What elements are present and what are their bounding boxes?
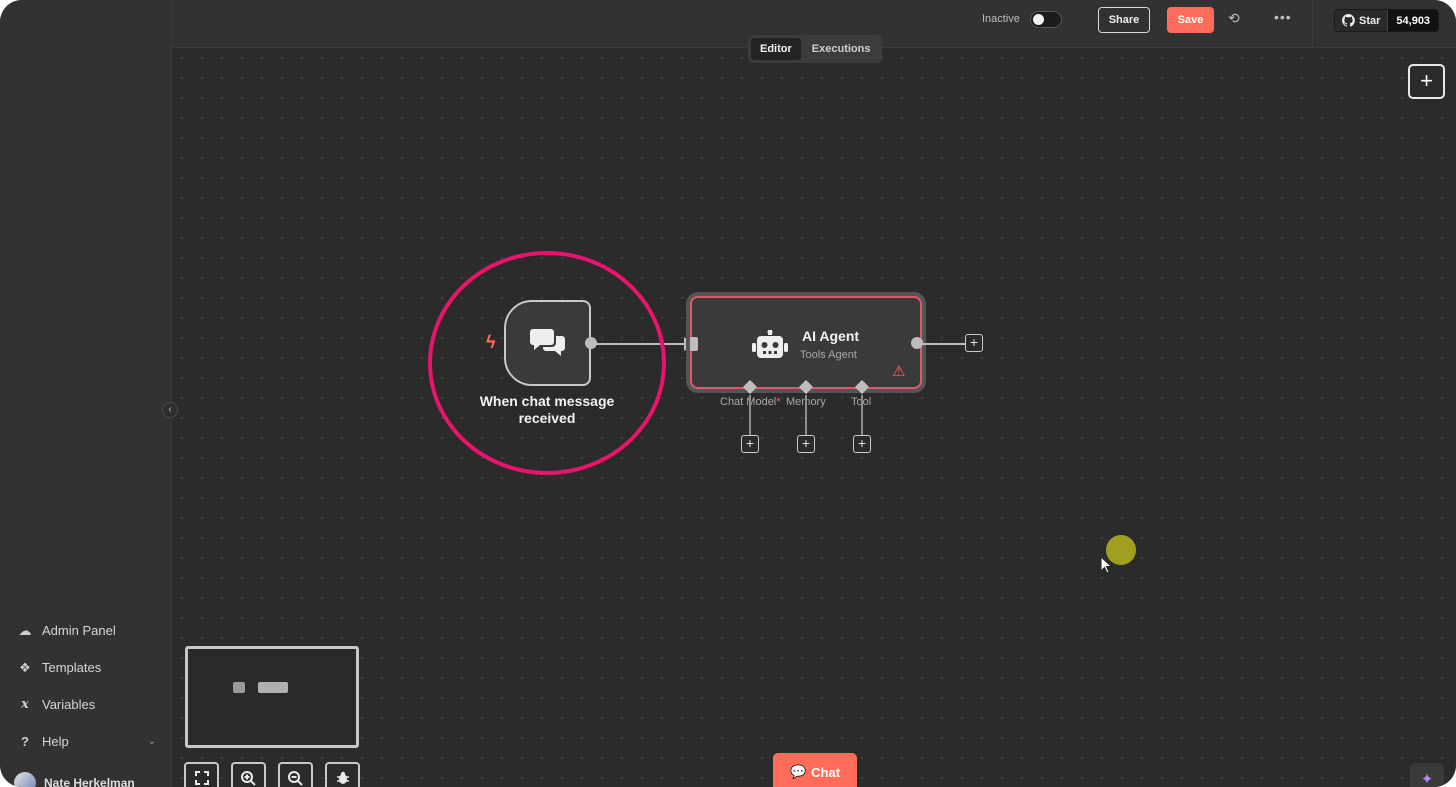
tab-executions[interactable]: Executions	[803, 38, 880, 60]
github-star: Star	[1335, 10, 1388, 31]
warning-icon[interactable]: ⚠	[892, 362, 905, 380]
add-memory-button[interactable]: +	[797, 435, 815, 453]
sidebar-item-label: Help	[42, 734, 69, 749]
workflow-status-label: Inactive	[982, 13, 1020, 25]
canvas-controls	[184, 762, 360, 787]
sparkle-icon: ✦	[1420, 771, 1434, 787]
active-toggle[interactable]	[1030, 11, 1062, 28]
chat-button-label: Chat	[811, 764, 841, 780]
minimap[interactable]	[185, 646, 359, 748]
app-window: ☁ Admin Panel ❖ Templates x Variables ? …	[0, 0, 1456, 787]
chat-icon: 💬	[789, 764, 807, 779]
github-star-label: Star	[1359, 14, 1381, 27]
minimap-node	[233, 682, 245, 693]
ai-agent-node[interactable]: AI Agent Tools Agent ⚠	[690, 296, 922, 389]
sidebar-item-label: Admin Panel	[42, 623, 116, 638]
bug-icon	[336, 771, 349, 784]
sidebar-item-templates[interactable]: ❖ Templates	[16, 649, 156, 686]
ai-assistant-button[interactable]: ✦	[1410, 763, 1444, 787]
robot-icon	[752, 330, 788, 358]
required-marker: *	[776, 396, 781, 408]
share-button[interactable]: Share	[1098, 7, 1150, 33]
variables-icon: x	[21, 697, 29, 712]
fit-view-button[interactable]	[184, 762, 219, 787]
user-menu[interactable]: Nate Herkelman	[14, 772, 135, 787]
mouse-pointer-icon	[1100, 556, 1112, 574]
add-tool-button[interactable]: +	[853, 435, 871, 453]
sidebar-item-help[interactable]: ? Help ⌄	[16, 723, 156, 760]
zoom-out-button[interactable]	[278, 762, 313, 787]
github-star-button[interactable]: Star 54,903	[1334, 9, 1440, 32]
user-name: Nate Herkelman	[44, 776, 135, 787]
fullscreen-icon	[194, 771, 209, 785]
view-tabs: Editor Executions	[748, 35, 882, 63]
sidebar-item-label: Templates	[42, 660, 102, 675]
toggle-knob	[1033, 14, 1044, 25]
history-icon[interactable]: ⟲	[1228, 10, 1240, 27]
output-stub-line	[922, 343, 965, 345]
debug-button[interactable]	[325, 762, 360, 787]
templates-icon: ❖	[19, 659, 31, 675]
chevron-down-icon: ⌄	[147, 736, 156, 747]
add-chat-model-button[interactable]: +	[741, 435, 759, 453]
add-next-node-button[interactable]: +	[965, 334, 983, 352]
avatar	[14, 772, 36, 787]
memory-connector	[805, 395, 807, 435]
ai-agent-title: AI Agent	[802, 328, 860, 344]
zoom-out-icon	[288, 770, 303, 786]
sidebar-item-label: Variables	[42, 697, 96, 712]
save-button[interactable]: Save	[1167, 7, 1214, 33]
sidebar: ☁ Admin Panel ❖ Templates x Variables ? …	[0, 0, 172, 787]
chat-button[interactable]: 💬 Chat	[773, 753, 857, 787]
ai-agent-subtitle: Tools Agent	[800, 349, 857, 361]
zoom-in-button[interactable]	[231, 762, 266, 787]
chat-model-connector	[749, 395, 751, 435]
add-node-button[interactable]: +	[1408, 64, 1445, 99]
github-icon	[1342, 14, 1355, 27]
zoom-in-icon	[241, 770, 256, 786]
tool-connector	[861, 395, 863, 435]
github-star-count: 54,903	[1387, 10, 1439, 31]
topbar-divider	[1312, 0, 1313, 48]
ai-agent-input-port[interactable]	[690, 337, 698, 351]
sidebar-item-variables[interactable]: x Variables	[16, 686, 156, 723]
minimap-node	[258, 682, 288, 693]
tab-editor[interactable]: Editor	[751, 38, 801, 60]
highlight-annotation	[428, 251, 666, 475]
more-options-icon[interactable]: •••	[1274, 9, 1292, 25]
sidebar-item-admin-panel[interactable]: ☁ Admin Panel	[16, 612, 156, 649]
help-icon: ?	[21, 734, 29, 749]
sidebar-menu: ☁ Admin Panel ❖ Templates x Variables ? …	[16, 612, 157, 760]
collapse-sidebar-button[interactable]: ‹	[162, 402, 178, 418]
workflow-canvas[interactable]	[172, 48, 1456, 787]
cloud-icon: ☁	[18, 622, 32, 638]
